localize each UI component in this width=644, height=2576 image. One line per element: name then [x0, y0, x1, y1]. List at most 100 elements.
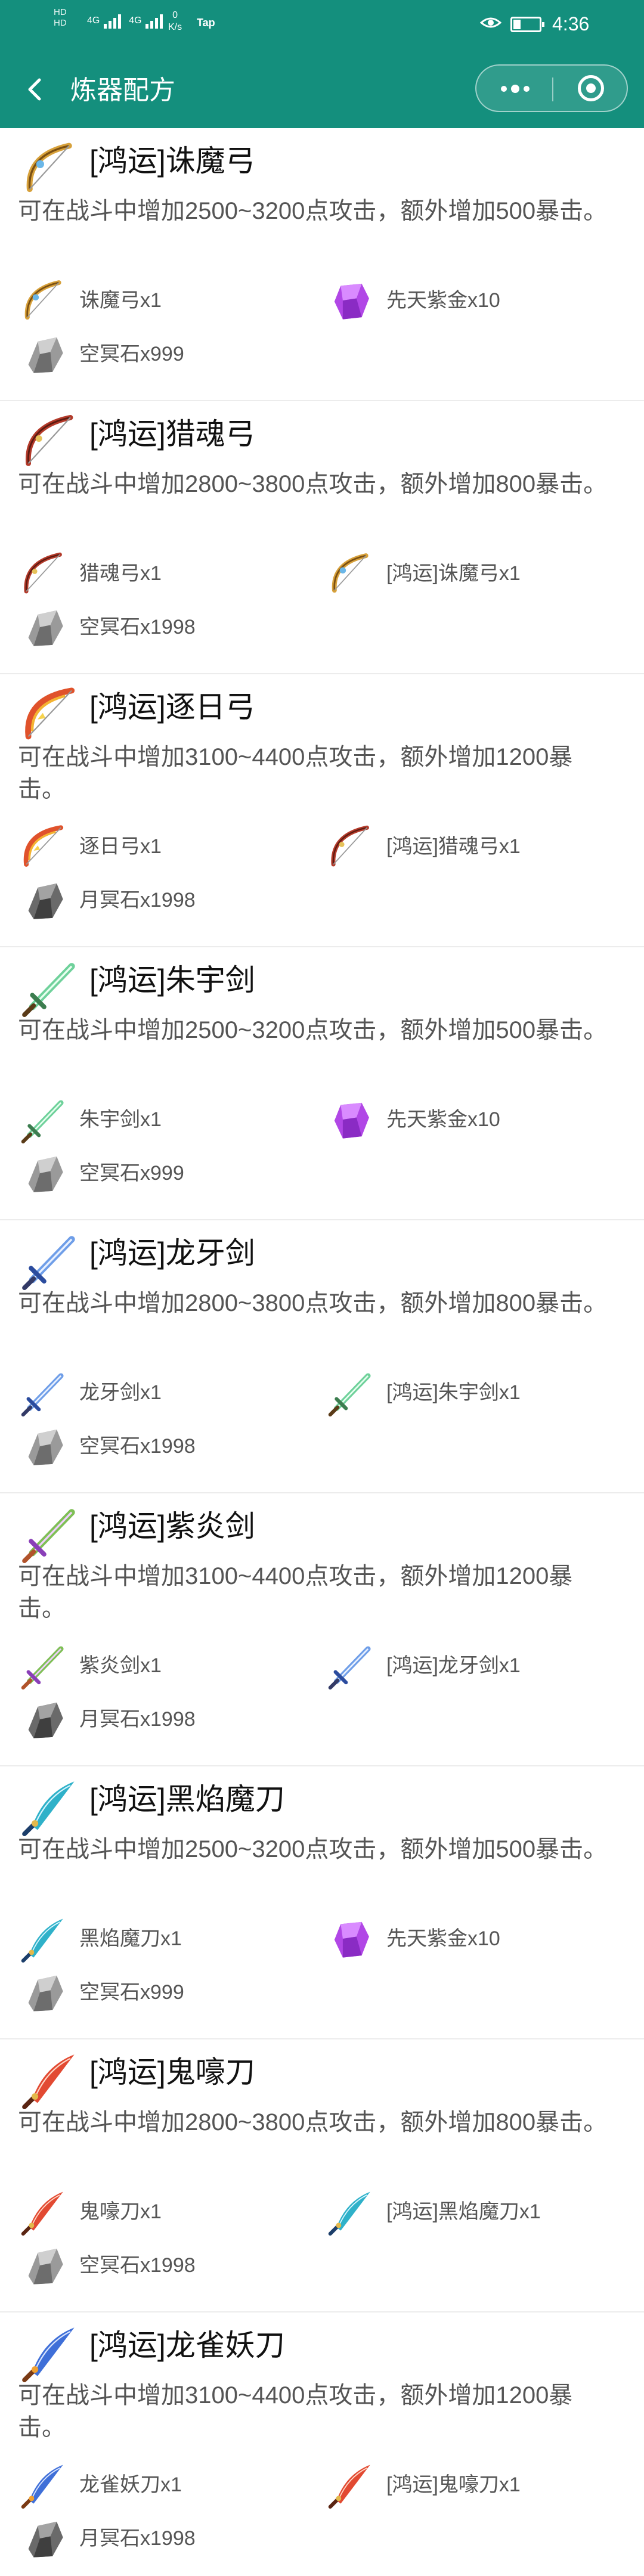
recipe-card[interactable]: [鸿运]黑焰魔刀可在战斗中增加2500~3200点攻击，额外增加500暴击。 黑…	[0, 1766, 644, 2039]
material-item: [鸿运]猎魂弓x1	[325, 820, 623, 873]
material-item: 猎魂弓x1	[18, 547, 316, 600]
material-label: 空冥石x999	[79, 343, 184, 365]
bow-red-icon	[18, 408, 83, 474]
material-item: 空冥石x999	[18, 328, 316, 380]
material-label: 空冥石x1998	[79, 2254, 196, 2277]
top-bar: HD HD 4G 4G 0 K/s Tap 4:36 炼器配方	[0, 0, 644, 128]
target-close-icon	[578, 75, 604, 101]
material-item: 龙雀妖刀x1	[18, 2459, 316, 2511]
recipe-description: 可在战斗中增加2800~3800点攻击，额外增加800暴击。	[18, 1290, 608, 1316]
material-item: [鸿运]诛魔弓x1	[325, 547, 623, 600]
material-label: 龙牙剑x1	[79, 1381, 162, 1404]
recipe-name: [鸿运]龙牙剑	[89, 1236, 255, 1270]
more-dot-icon	[524, 86, 530, 92]
tap-label: Tap	[197, 17, 215, 29]
net-speed: 0 K/s	[168, 10, 182, 33]
material-item: 空冥石x1998	[18, 2239, 316, 2292]
material-item: 月冥石x1998	[18, 874, 316, 926]
material-item: [鸿运]鬼嚎刀x1	[325, 2459, 623, 2511]
material-item: 空冥石x999	[18, 1966, 316, 2019]
material-label: 鬼嚎刀x1	[79, 2200, 162, 2223]
material-label: 逐日弓x1	[79, 835, 162, 858]
signal-label-2: 4G	[129, 16, 142, 26]
recipe-card[interactable]: [鸿运]龙牙剑可在战斗中增加2800~3800点攻击，额外增加800暴击。 龙牙…	[0, 1220, 644, 1493]
material-item: 龙牙剑x1	[18, 1366, 316, 1419]
recipe-description: 可在战斗中增加3100~4400点攻击，额外增加1200暴击。	[18, 744, 573, 802]
net-speed-value: 0	[172, 10, 178, 20]
blade-red-icon	[18, 2047, 83, 2112]
recipe-description: 可在战斗中增加2500~3200点攻击，额外增加500暴击。	[18, 1836, 608, 1862]
material-label: 空冥石x1998	[79, 1435, 196, 1458]
sword-blue-icon	[18, 1227, 83, 1293]
more-dot-icon	[501, 86, 507, 92]
material-item: 空冥石x999	[18, 1147, 316, 1199]
material-label: [鸿运]猎魂弓x1	[386, 835, 521, 858]
nav-bar: 炼器配方	[0, 54, 644, 128]
material-label: 月冥石x1998	[79, 2527, 196, 2550]
battery-icon	[510, 17, 544, 32]
material-item: 先天紫金x10	[325, 274, 623, 327]
material-label: 朱宇剑x1	[79, 1108, 162, 1131]
more-button[interactable]	[476, 66, 552, 111]
recipe-name: [鸿运]龙雀妖刀	[89, 2329, 285, 2362]
recipe-description: 可在战斗中增加2500~3200点攻击，额外增加500暴击。	[18, 1017, 608, 1043]
recipe-description: 可在战斗中增加2800~3800点攻击，额外增加800暴击。	[18, 2109, 608, 2135]
recipe-name: [鸿运]黑焰魔刀	[89, 1783, 285, 1816]
material-label: 先天紫金x10	[386, 1927, 500, 1950]
material-label: [鸿运]朱宇剑x1	[386, 1381, 521, 1404]
back-button[interactable]	[18, 72, 54, 107]
recipe-card[interactable]: [鸿运]紫炎剑 可在战斗中增加3100~4400点攻击，额外增加1200暴击。 紫…	[0, 1493, 644, 1766]
material-item: 诛魔弓x1	[18, 274, 316, 327]
material-label: 先天紫金x10	[386, 1108, 500, 1131]
material-item: 朱宇剑x1	[18, 1093, 316, 1146]
mini-program-capsule	[475, 64, 628, 112]
recipe-list: [鸿运]诛魔弓可在战斗中增加2500~3200点攻击，额外增加500暴击。 诛魔…	[0, 128, 644, 2576]
material-item: 空冥石x1998	[18, 1420, 316, 1473]
material-item: 黑焰魔刀x1	[18, 1912, 316, 1965]
recipe-name: [鸿运]逐日弓	[89, 690, 255, 724]
recipe-card[interactable]: [鸿运]逐日弓可在战斗中增加3100~4400点攻击，额外增加1200暴击。 逐…	[0, 674, 644, 947]
material-label: 空冥石x999	[79, 1162, 184, 1185]
material-item: 逐日弓x1	[18, 820, 316, 873]
material-label: [鸿运]鬼嚎刀x1	[386, 2473, 521, 2496]
material-item: 月冥石x1998	[18, 2512, 316, 2565]
sword-green-icon	[18, 954, 83, 1020]
status-time: 4:36	[552, 13, 590, 35]
recipe-name: [鸿运]紫炎剑	[89, 1509, 255, 1543]
blade-blue-icon	[18, 2320, 83, 2385]
material-item: 空冥石x1998	[18, 601, 316, 653]
material-label: 龙雀妖刀x1	[79, 2473, 182, 2496]
recipe-card[interactable]: [鸿运]诛魔弓可在战斗中增加2500~3200点攻击，额外增加500暴击。 诛魔…	[0, 128, 644, 401]
status-bar: HD HD 4G 4G 0 K/s Tap 4:36	[0, 0, 644, 54]
sim-label-1: HD	[54, 7, 67, 17]
sim-indicators: HD HD	[54, 7, 67, 29]
eye-icon	[480, 17, 501, 28]
more-dot-icon	[511, 85, 519, 93]
recipe-card[interactable]: [鸿运]龙雀妖刀 可在战斗中增加3100~4400点攻击，额外增加1200暴击。 …	[0, 2312, 644, 2576]
recipe-card[interactable]: [鸿运]朱宇剑 可在战斗中增加2500~3200点攻击，额外增加500暴击。 朱宇…	[0, 947, 644, 1220]
recipe-description: 可在战斗中增加2500~3200点攻击，额外增加500暴击。	[18, 198, 608, 224]
material-label: 诛魔弓x1	[79, 289, 162, 312]
material-label: 黑焰魔刀x1	[79, 1927, 182, 1950]
recipe-description: 可在战斗中增加2800~3800点攻击，额外增加800暴击。	[18, 471, 608, 497]
signal-label-1: 4G	[87, 16, 100, 26]
blade-teal-icon	[18, 1774, 83, 1839]
page-title: 炼器配方	[70, 76, 175, 105]
sim-label-2: HD	[54, 18, 67, 28]
bow-flame-icon	[18, 681, 83, 747]
chevron-left-icon	[28, 78, 41, 101]
material-label: 空冥石x1998	[79, 616, 196, 638]
recipe-card[interactable]: [鸿运]猎魂弓 可在战斗中增加2800~3800点攻击，额外增加800暴击。 猎魂…	[0, 401, 644, 674]
material-item: [鸿运]黑焰魔刀x1	[325, 2186, 623, 2238]
material-item: 紫炎剑x1	[18, 1639, 316, 1692]
material-label: [鸿运]龙牙剑x1	[386, 1654, 521, 1677]
recipe-card[interactable]: [鸿运]鬼嚎刀可在战斗中增加2800~3800点攻击，额外增加800暴击。 鬼嚎…	[0, 2039, 644, 2312]
material-label: 先天紫金x10	[386, 289, 500, 312]
recipe-name: [鸿运]诛魔弓	[89, 144, 255, 178]
close-miniprogram-button[interactable]	[553, 66, 628, 111]
material-item: 鬼嚎刀x1	[18, 2186, 316, 2238]
recipe-name: [鸿运]鬼嚎刀	[89, 2056, 255, 2089]
material-label: 紫炎剑x1	[79, 1654, 162, 1677]
material-item: 月冥石x1998	[18, 1693, 316, 1746]
net-speed-unit: K/s	[168, 22, 182, 32]
